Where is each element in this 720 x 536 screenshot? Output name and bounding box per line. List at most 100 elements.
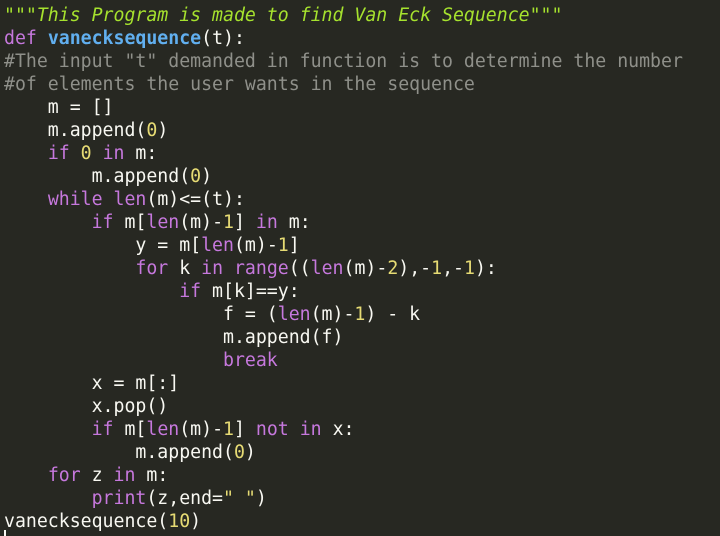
code-token-plain: m.append(	[4, 166, 191, 187]
code-line: m = []	[4, 96, 114, 119]
code-token-keyword: in	[201, 258, 224, 279]
code-token-plain: (z,end=	[146, 488, 224, 509]
code-token-plain: (m)<=(t):	[146, 189, 245, 210]
code-line: if m[len(m)-1] not in x:	[4, 418, 355, 441]
code-token-plain: ,-	[442, 258, 464, 279]
code-token-number: 1	[277, 235, 289, 256]
code-line: m.append(0)	[4, 119, 168, 142]
code-token-plain: m[	[113, 419, 147, 440]
code-token-keyword: in	[255, 212, 278, 233]
code-token-plain: x = m[:]	[4, 373, 180, 394]
code-token-plain: (m)-	[179, 212, 224, 233]
code-token-keyword: in	[299, 419, 322, 440]
code-line: m.append(f)	[4, 326, 343, 349]
code-line: if m[len(m)-1] in m:	[4, 211, 311, 234]
code-token-plain: (m)-	[343, 258, 388, 279]
code-token-function-name: vanecksequence	[47, 28, 202, 49]
code-token-keyword: break	[223, 350, 278, 371]
code-token-plain: f = (	[4, 304, 278, 325]
code-line: break	[4, 349, 278, 372]
code-token-plain: m:	[124, 143, 158, 164]
code-line: while len(m)<=(t):	[4, 188, 245, 211]
code-token-number: 0	[233, 442, 245, 463]
code-token-plain: m:	[277, 212, 311, 233]
code-token-plain: ):	[474, 258, 497, 279]
code-token-plain: (t):	[201, 28, 245, 49]
code-token-builtin: print	[91, 488, 147, 509]
code-line: #of elements the user wants in the seque…	[4, 73, 475, 96]
code-line: if m[k]==y:	[4, 280, 300, 303]
code-token-keyword: if	[47, 143, 70, 164]
code-token-builtin: len	[277, 304, 311, 325]
code-token-plain: m[k]==y:	[201, 281, 300, 302]
code-line: x.pop()	[4, 395, 169, 418]
code-token-keyword: in	[102, 143, 125, 164]
code-token-number: 1	[354, 304, 366, 325]
code-token-docstring: """This Program is made to find Van Eck …	[4, 5, 563, 26]
code-line: def vanecksequence(t):	[4, 27, 245, 50]
code-token-keyword: for	[47, 465, 81, 486]
code-token-plain: )	[201, 166, 213, 187]
code-token-plain: (m)-	[233, 235, 278, 256]
code-token-plain: m.append(f)	[4, 327, 344, 348]
code-line: x = m[:]	[4, 372, 180, 395]
code-token-plain: m.append(	[4, 120, 147, 141]
code-token-keyword: if	[91, 212, 114, 233]
text-cursor	[4, 530, 6, 536]
code-token-plain: )	[157, 120, 169, 141]
code-token-builtin: range	[233, 258, 289, 279]
code-line: for k in range((len(m)-2),-1,-1):	[4, 257, 497, 280]
code-token-plain: ) - k	[365, 304, 421, 325]
code-line: m.append(0)	[4, 165, 212, 188]
code-line: #The input "t" demanded in function is t…	[4, 50, 683, 73]
code-line: f = (len(m)-1) - k	[4, 303, 420, 326]
code-token-plain: ((	[288, 258, 311, 279]
code-token-plain: ]	[234, 419, 256, 440]
code-token-number: 0	[190, 166, 202, 187]
code-line: y = m[len(m)-1]	[4, 234, 300, 257]
code-token-comment: #The input "t" demanded in function is t…	[4, 51, 683, 72]
code-token-plain: ]	[288, 235, 300, 256]
code-editor[interactable]: """This Program is made to find Van Eck …	[0, 0, 720, 536]
code-token-plain: y = m[	[4, 235, 202, 256]
code-token-builtin: len	[113, 189, 147, 210]
code-token-number: 0	[80, 143, 92, 164]
code-token-plain: z	[80, 465, 114, 486]
code-token-builtin: len	[310, 258, 344, 279]
code-token-plain: ]	[234, 212, 256, 233]
code-token-plain: )	[255, 488, 267, 509]
code-line: vanecksequence(10)	[4, 510, 201, 533]
code-token-plain: (m)-	[179, 419, 224, 440]
code-token-string: " "	[223, 488, 256, 509]
code-line: """This Program is made to find Van Eck …	[4, 4, 562, 27]
code-line: print(z,end=" ")	[4, 487, 267, 510]
code-token-number: 1	[463, 258, 475, 279]
code-token-builtin: len	[146, 212, 180, 233]
code-token-plain: )	[244, 442, 256, 463]
code-token-plain: m[	[113, 212, 147, 233]
code-token-plain: m = []	[4, 97, 114, 118]
code-token-number: 1	[223, 419, 234, 440]
code-token-plain: k	[168, 258, 202, 279]
code-token-number: 2	[387, 258, 399, 279]
code-line: for z in m:	[4, 464, 168, 487]
code-token-keyword: if	[91, 419, 114, 440]
code-token-keyword: if	[179, 281, 202, 302]
code-token-plain: x:	[321, 419, 355, 440]
code-token-plain: vanecksequence(	[4, 511, 169, 532]
code-token-keyword: in	[113, 465, 136, 486]
code-token-builtin: len	[146, 419, 180, 440]
code-token-number: 0	[146, 120, 158, 141]
code-line: m.append(0)	[4, 441, 256, 464]
code-token-plain: ),-	[398, 258, 432, 279]
